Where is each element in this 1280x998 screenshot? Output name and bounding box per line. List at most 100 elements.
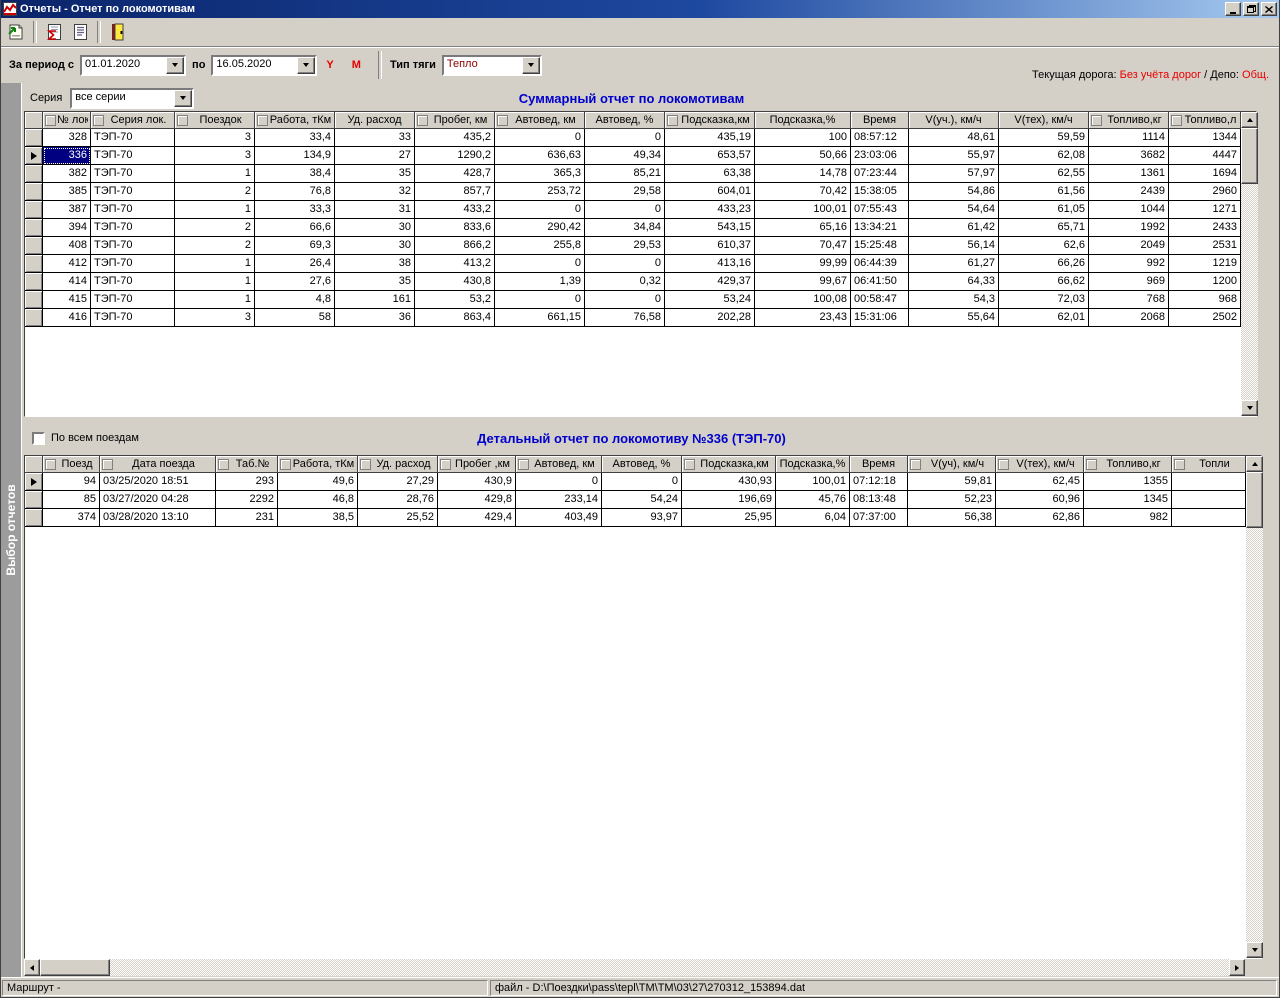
summary-cell-r2-c10[interactable]: 07:23:44 — [851, 165, 909, 183]
column-filter-checkbox[interactable] — [518, 459, 529, 470]
detail-cell-r0-c13[interactable]: 1355 — [1084, 473, 1172, 491]
summary-cell-r8-c9[interactable]: 99,67 — [755, 273, 851, 291]
series-value[interactable]: все серии — [72, 90, 174, 107]
row-indicator[interactable] — [25, 255, 43, 273]
detail-cell-r0-c3[interactable]: 49,6 — [278, 473, 358, 491]
summary-cell-r7-c7[interactable]: 0 — [585, 255, 665, 273]
summary-cell-r2-c11[interactable]: 57,97 — [909, 165, 999, 183]
row-indicator[interactable] — [25, 183, 43, 201]
summary-cell-r4-c2[interactable]: 1 — [175, 201, 255, 219]
summary-cell-r3-c0[interactable]: 385 — [43, 183, 91, 201]
row-indicator[interactable] — [25, 309, 43, 327]
series-dropdown-button[interactable] — [174, 90, 192, 107]
summary-cell-r2-c0[interactable]: 382 — [43, 165, 91, 183]
row-indicator[interactable] — [25, 129, 43, 147]
detail-column-header-2[interactable]: Дата поезда — [100, 456, 216, 473]
summary-column-header-12[interactable]: V(уч.), км/ч — [909, 112, 999, 129]
detail-column-header-9[interactable]: Подсказка,км — [682, 456, 776, 473]
detail-cell-r0-c5[interactable]: 430,9 — [438, 473, 516, 491]
detail-column-header-6[interactable]: Пробег ,км — [438, 456, 516, 473]
summary-cell-r7-c4[interactable]: 38 — [335, 255, 415, 273]
summary-cell-r3-c5[interactable]: 857,7 — [415, 183, 495, 201]
summary-cell-r0-c2[interactable]: 3 — [175, 129, 255, 147]
date-from-combobox[interactable]: 01.01.2020 — [80, 55, 186, 76]
detail-horizontal-scrollbar[interactable] — [24, 959, 1245, 976]
scroll-up-button[interactable] — [1246, 456, 1263, 472]
summary-cell-r5-c2[interactable]: 2 — [175, 219, 255, 237]
summary-cell-r10-c14[interactable]: 2502 — [1169, 309, 1241, 327]
summary-cell-r10-c6[interactable]: 661,15 — [495, 309, 585, 327]
detail-cell-r1-c5[interactable]: 429,8 — [438, 491, 516, 509]
summary-cell-r10-c1[interactable]: ТЭП-70 — [91, 309, 175, 327]
summary-cell-r6-c1[interactable]: ТЭП-70 — [91, 237, 175, 255]
summary-cell-r10-c3[interactable]: 58 — [255, 309, 335, 327]
summary-cell-r5-c1[interactable]: ТЭП-70 — [91, 219, 175, 237]
summary-cell-r3-c7[interactable]: 29,58 — [585, 183, 665, 201]
summary-cell-r1-c6[interactable]: 636,63 — [495, 147, 585, 165]
summary-cell-r6-c12[interactable]: 62,6 — [999, 237, 1089, 255]
summary-cell-r7-c2[interactable]: 1 — [175, 255, 255, 273]
summary-cell-r1-c13[interactable]: 3682 — [1089, 147, 1169, 165]
summary-cell-r5-c8[interactable]: 543,15 — [665, 219, 755, 237]
scroll-left-button[interactable] — [24, 959, 40, 976]
date-to-dropdown-button[interactable] — [297, 57, 315, 74]
close-button[interactable] — [1261, 2, 1277, 16]
summary-cell-r2-c14[interactable]: 1694 — [1169, 165, 1241, 183]
summary-cell-r8-c12[interactable]: 66,62 — [999, 273, 1089, 291]
detail-column-header-7[interactable]: Автовед, км — [516, 456, 602, 473]
detail-cell-r2-c7[interactable]: 93,97 — [602, 509, 682, 527]
summary-cell-r9-c12[interactable]: 72,03 — [999, 291, 1089, 309]
summary-cell-r1-c11[interactable]: 55,97 — [909, 147, 999, 165]
detail-cell-r0-c9[interactable]: 100,01 — [776, 473, 850, 491]
detail-column-header-8[interactable]: Автовед, % — [602, 456, 682, 473]
scroll-track[interactable] — [1246, 528, 1263, 942]
summary-cell-r6-c8[interactable]: 610,37 — [665, 237, 755, 255]
summary-cell-r6-c3[interactable]: 69,3 — [255, 237, 335, 255]
detail-cell-r2-c1[interactable]: 03/28/2020 13:10 — [100, 509, 216, 527]
summary-cell-r0-c12[interactable]: 59,59 — [999, 129, 1089, 147]
summary-cell-r10-c11[interactable]: 55,64 — [909, 309, 999, 327]
row-indicator[interactable] — [25, 473, 43, 491]
summary-cell-r8-c8[interactable]: 429,37 — [665, 273, 755, 291]
row-indicator[interactable] — [25, 165, 43, 183]
summary-cell-r6-c13[interactable]: 2049 — [1089, 237, 1169, 255]
summary-cell-r6-c7[interactable]: 29,53 — [585, 237, 665, 255]
column-filter-checkbox[interactable] — [45, 459, 56, 470]
month-shortcut[interactable]: M — [352, 59, 361, 71]
summary-cell-r1-c12[interactable]: 62,08 — [999, 147, 1089, 165]
summary-cell-r6-c4[interactable]: 30 — [335, 237, 415, 255]
detail-report-button[interactable] — [67, 20, 93, 44]
summary-column-header-11[interactable]: Время — [851, 112, 909, 129]
summary-cell-r6-c0[interactable]: 408 — [43, 237, 91, 255]
summary-cell-r10-c2[interactable]: 3 — [175, 309, 255, 327]
summary-column-header-10[interactable]: Подсказка,% — [755, 112, 851, 129]
summary-cell-r0-c7[interactable]: 0 — [585, 129, 665, 147]
summary-cell-r9-c13[interactable]: 768 — [1089, 291, 1169, 309]
summary-cell-r2-c5[interactable]: 428,7 — [415, 165, 495, 183]
column-filter-checkbox[interactable] — [257, 115, 268, 126]
detail-cell-r2-c9[interactable]: 6,04 — [776, 509, 850, 527]
summary-cell-r0-c0[interactable]: 328 — [43, 129, 91, 147]
summary-cell-r1-c3[interactable]: 134,9 — [255, 147, 335, 165]
summary-cell-r10-c10[interactable]: 15:31:06 — [851, 309, 909, 327]
summary-cell-r4-c11[interactable]: 54,64 — [909, 201, 999, 219]
summary-cell-r5-c0[interactable]: 394 — [43, 219, 91, 237]
summary-cell-r3-c14[interactable]: 2960 — [1169, 183, 1241, 201]
summary-cell-r6-c14[interactable]: 2531 — [1169, 237, 1241, 255]
minimize-button[interactable] — [1225, 2, 1241, 16]
summary-cell-r0-c1[interactable]: ТЭП-70 — [91, 129, 175, 147]
summary-cell-r5-c7[interactable]: 34,84 — [585, 219, 665, 237]
summary-cell-r9-c10[interactable]: 00:58:47 — [851, 291, 909, 309]
series-combobox[interactable]: все серии — [70, 88, 194, 109]
column-filter-checkbox[interactable] — [497, 115, 508, 126]
detail-cell-r0-c2[interactable]: 293 — [216, 473, 278, 491]
summary-cell-r5-c3[interactable]: 66,6 — [255, 219, 335, 237]
detail-cell-r0-c6[interactable]: 0 — [516, 473, 602, 491]
date-from-value[interactable]: 01.01.2020 — [82, 57, 166, 74]
summary-cell-r6-c2[interactable]: 2 — [175, 237, 255, 255]
column-filter-checkbox[interactable] — [1174, 459, 1185, 470]
summary-cell-r6-c5[interactable]: 866,2 — [415, 237, 495, 255]
summary-column-header-2[interactable]: Серия лок. — [91, 112, 175, 129]
date-from-dropdown-button[interactable] — [166, 57, 184, 74]
summary-cell-r0-c13[interactable]: 1114 — [1089, 129, 1169, 147]
